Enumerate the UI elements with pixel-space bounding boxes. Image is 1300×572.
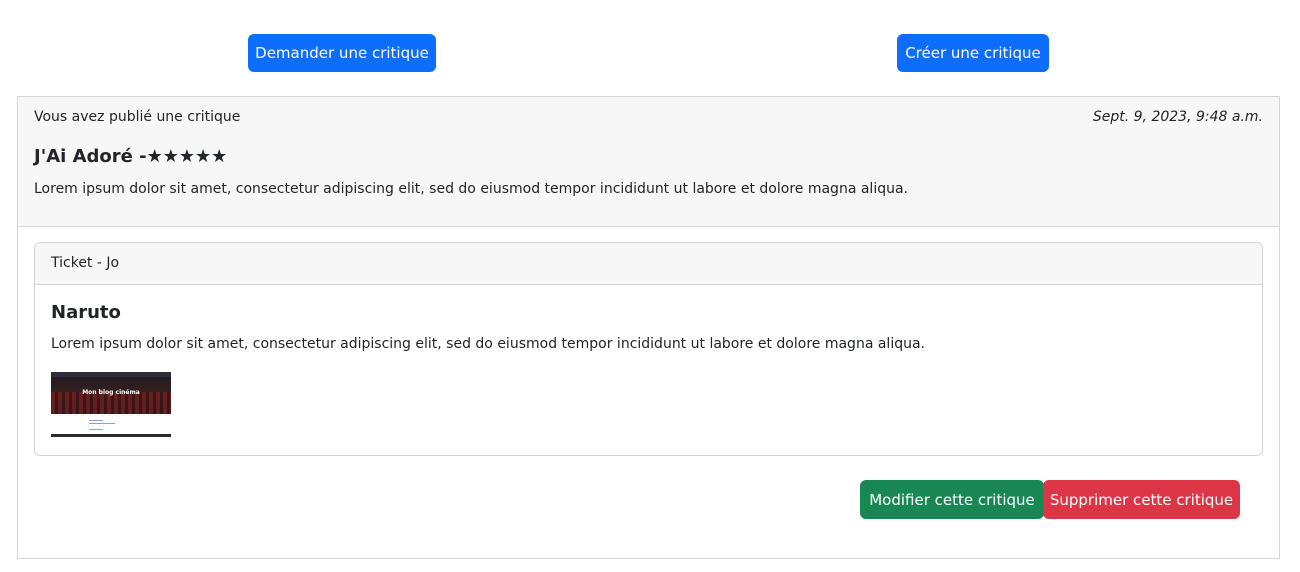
review-header: Vous avez publié une critique Sept. 9, 2… (18, 97, 1279, 227)
review-card: Vous avez publié une critique Sept. 9, 2… (17, 96, 1280, 559)
request-review-button[interactable]: Demander une critique (248, 34, 436, 72)
review-body: Lorem ipsum dolor sit amet, consectetur … (34, 181, 908, 197)
ticket-image-footer (51, 434, 171, 437)
ticket-card: Ticket - Jo Naruto Lorem ipsum dolor sit… (34, 242, 1263, 456)
review-date: Sept. 9, 2023, 9:48 a.m. (1092, 109, 1263, 125)
delete-review-button[interactable]: Supprimer cette critique (1043, 480, 1240, 519)
ticket-header-text: Ticket - Jo (51, 255, 120, 271)
ticket-header: Ticket - Jo (35, 243, 1262, 285)
ticket-image-line (89, 423, 115, 424)
modify-review-button[interactable]: Modifier cette critique (860, 480, 1044, 519)
ticket-body: Lorem ipsum dolor sit amet, consectetur … (51, 336, 925, 352)
ticket-image: Mon blog cinéma (51, 372, 171, 438)
review-meta-text: Vous avez publié une critique (34, 109, 241, 125)
ticket-image-navbar (51, 372, 171, 377)
ticket-title: Naruto (51, 302, 121, 323)
ticket-image-line (89, 420, 103, 421)
ticket-image-line (89, 429, 103, 430)
review-title: J'Ai Adoré -★★★★★ (34, 146, 228, 167)
ticket-image-caption: Mon blog cinéma (82, 389, 140, 396)
ticket-image-banner: Mon blog cinéma (51, 372, 171, 414)
create-review-button[interactable]: Créer une critique (897, 34, 1049, 72)
top-actions-bar: Demander une critique Créer une critique (0, 0, 1300, 96)
